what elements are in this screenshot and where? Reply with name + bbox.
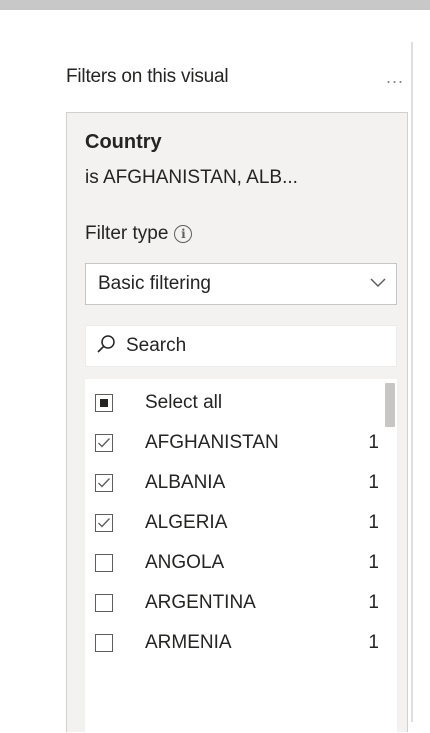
item-count: 1 xyxy=(368,472,379,493)
item-label: ALGERIA xyxy=(145,512,228,533)
top-divider-bar xyxy=(0,0,430,10)
item-checkbox[interactable] xyxy=(95,634,113,652)
item-label: ANGOLA xyxy=(145,552,225,573)
list-item[interactable]: ANGOLA 1 xyxy=(85,543,397,583)
filter-type-row: Filter type i xyxy=(85,223,193,245)
info-icon[interactable]: i xyxy=(174,225,193,243)
filter-type-selected: Basic filtering xyxy=(98,273,211,294)
item-count: 1 xyxy=(368,632,379,653)
item-label: ARGENTINA xyxy=(145,592,256,613)
item-label: AFGHANISTAN xyxy=(145,432,279,453)
select-all-row[interactable]: Select all xyxy=(85,383,397,423)
pane-left-border xyxy=(411,42,413,722)
list-item[interactable]: ARMENIA 1 xyxy=(85,623,397,663)
pane-title: Filters on this visual xyxy=(66,66,229,87)
more-options-button[interactable]: ... xyxy=(378,68,408,86)
list-item[interactable]: ALGERIA 1 xyxy=(85,503,397,543)
item-count: 1 xyxy=(368,592,379,613)
filter-type-label: Filter type xyxy=(85,223,169,244)
filter-card-country: Country is AFGHANISTAN, ALB... Filter ty… xyxy=(66,112,408,733)
filter-type-dropdown[interactable]: Basic filtering xyxy=(85,263,397,305)
list-item[interactable]: ALBANIA 1 xyxy=(85,463,397,503)
filter-field-name[interactable]: Country xyxy=(85,131,162,154)
item-checkbox[interactable] xyxy=(95,514,113,532)
item-checkbox[interactable] xyxy=(95,434,113,452)
item-checkbox[interactable] xyxy=(95,594,113,612)
item-checkbox[interactable] xyxy=(95,554,113,572)
list-item[interactable]: AFGHANISTAN 1 xyxy=(85,423,397,463)
filter-summary: is AFGHANISTAN, ALB... xyxy=(85,167,298,188)
search-icon xyxy=(96,334,116,359)
item-count: 1 xyxy=(368,552,379,573)
item-count: 1 xyxy=(368,432,379,453)
search-input[interactable] xyxy=(126,335,376,357)
filter-values-list[interactable]: Select all AFGHANISTAN 1 ALBANIA 1 ALGER… xyxy=(85,379,397,733)
select-all-checkbox[interactable] xyxy=(95,394,113,412)
item-label: ARMENIA xyxy=(145,632,232,653)
search-box[interactable] xyxy=(85,325,397,367)
item-checkbox[interactable] xyxy=(95,474,113,492)
item-count: 1 xyxy=(368,512,379,533)
item-label: ALBANIA xyxy=(145,472,226,493)
filters-pane-header: Filters on this visual ... xyxy=(66,60,408,94)
chevron-down-icon xyxy=(370,275,386,293)
select-all-label: Select all xyxy=(145,392,223,413)
list-item[interactable]: ARGENTINA 1 xyxy=(85,583,397,623)
